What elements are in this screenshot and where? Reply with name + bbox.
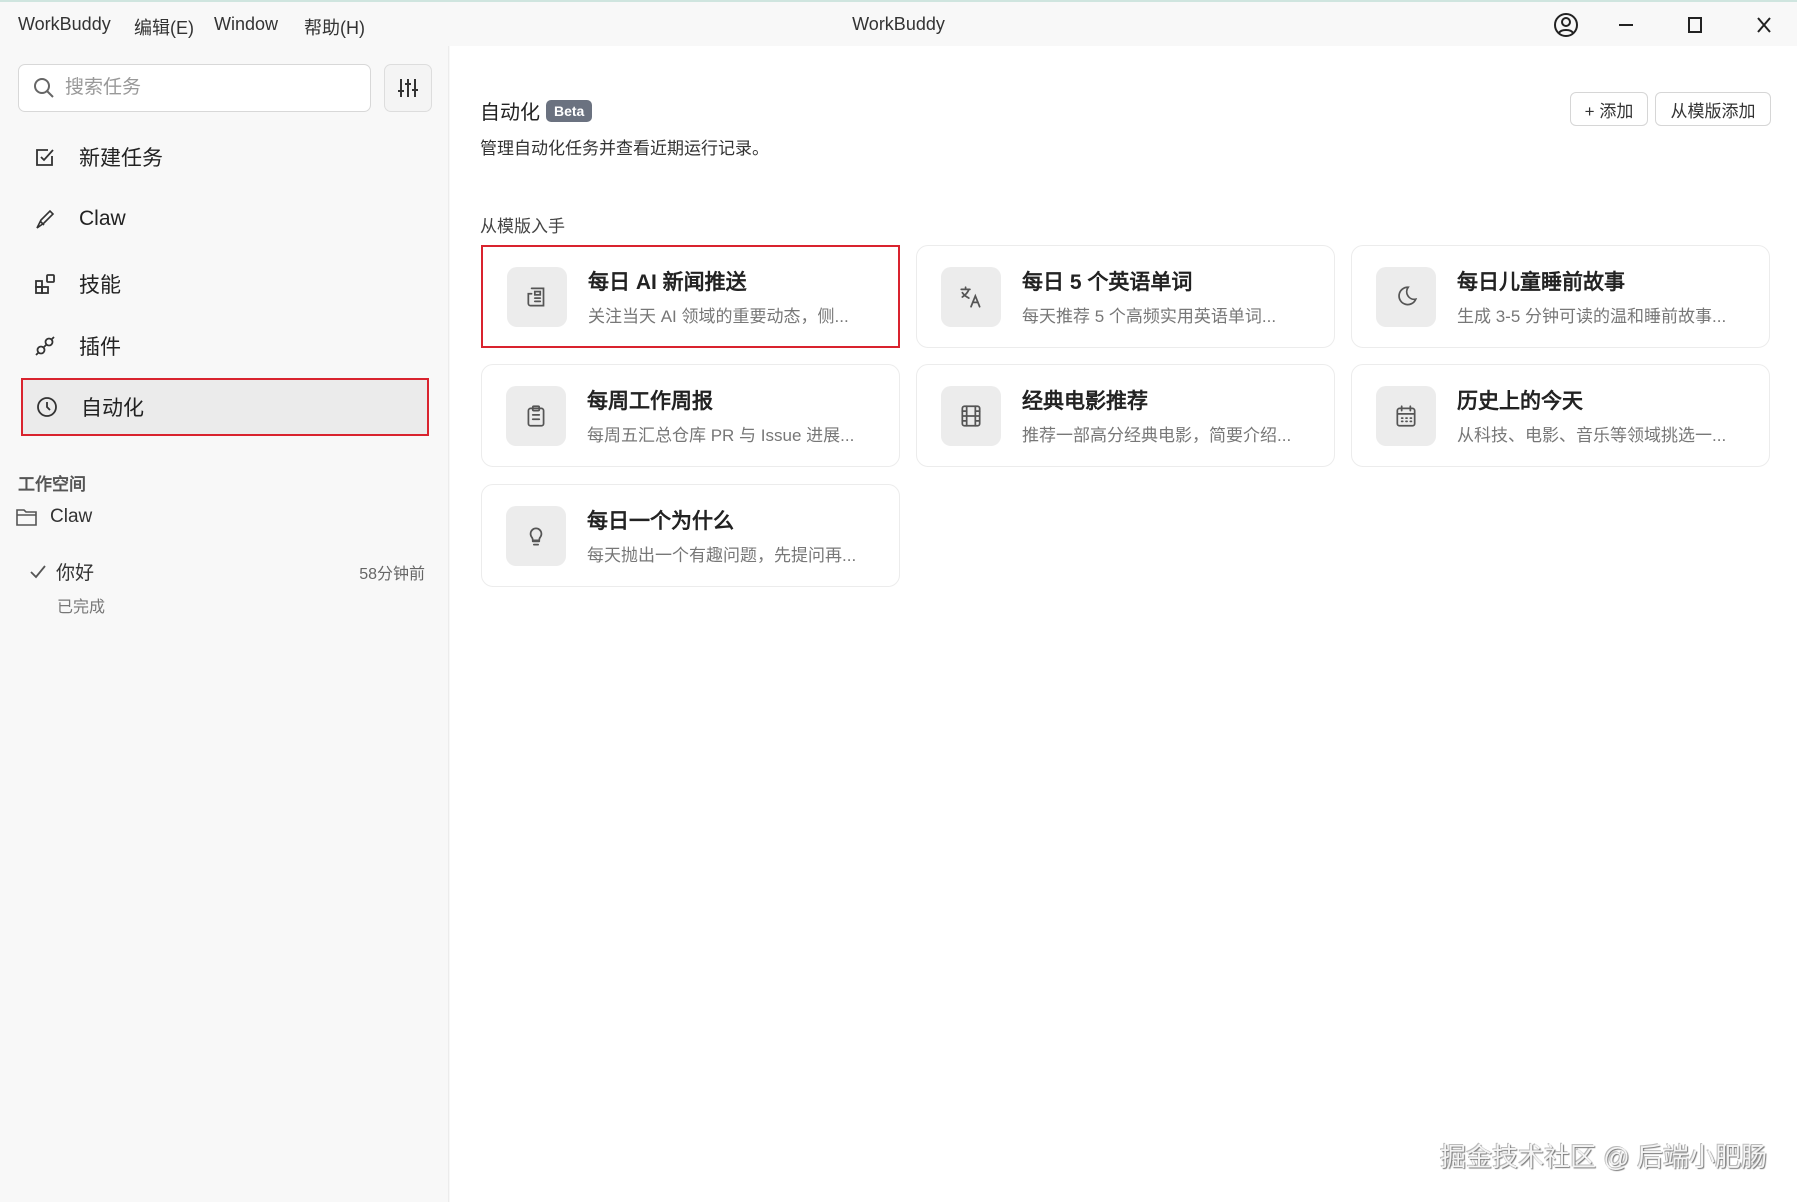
search-input[interactable]	[65, 77, 345, 99]
template-desc: 每周五汇总仓库 PR 与 Issue 进展...	[587, 426, 855, 445]
workspace-heading: 工作空间	[18, 475, 86, 494]
page-subtitle: 管理自动化任务并查看近期运行记录。	[480, 139, 769, 158]
sidebar: 新建任务 Claw 技能 插件 自动化 工作空间 Claw 你好 58分钟前 已…	[0, 46, 449, 1202]
minimize-button[interactable]	[1606, 10, 1646, 40]
account-button[interactable]	[1546, 10, 1586, 40]
sliders-icon	[397, 77, 419, 99]
moon-icon	[1376, 266, 1436, 327]
sidebar-item-skills[interactable]: 技能	[21, 255, 429, 313]
sidebar-item-label: 插件	[79, 336, 121, 359]
watermark: 掘金技术社区 @ 后端小肥肠	[1440, 1142, 1767, 1172]
template-title: 历史上的今天	[1457, 390, 1583, 413]
template-desc: 每天抛出一个有趣问题，先提问再...	[587, 546, 857, 565]
template-card[interactable]: 每日 AI 新闻推送关注当天 AI 领域的重要动态，侧...	[481, 245, 900, 348]
template-desc: 生成 3-5 分钟可读的温和睡前故事...	[1457, 307, 1727, 326]
template-title: 每日 AI 新闻推送	[588, 271, 747, 294]
sidebar-item-label: 新建任务	[79, 147, 163, 170]
template-card[interactable]: 每周工作周报每周五汇总仓库 PR 与 Issue 进展...	[481, 364, 900, 467]
skills-grid-icon	[33, 272, 57, 296]
close-button[interactable]	[1744, 10, 1784, 40]
maximize-button[interactable]	[1675, 10, 1715, 40]
menu-help[interactable]: 帮助(H)	[304, 14, 365, 40]
minimize-icon	[1618, 17, 1634, 33]
sidebar-item-plugins[interactable]: 插件	[21, 317, 429, 375]
clipboard-icon	[506, 385, 566, 446]
filter-button[interactable]	[384, 64, 432, 112]
add-from-template-button[interactable]: 从模版添加	[1655, 92, 1771, 126]
beta-badge: Beta	[546, 99, 593, 122]
sidebar-item-label: Claw	[79, 207, 126, 230]
folder-icon	[16, 507, 38, 527]
menu-workbuddy[interactable]: WorkBuddy	[18, 14, 111, 35]
film-icon	[941, 385, 1001, 446]
task-item[interactable]: 你好 58分钟前 已完成	[30, 558, 425, 617]
workspace-folder[interactable]: Claw	[16, 506, 92, 528]
task-status: 已完成	[57, 599, 106, 616]
add-button[interactable]: + 添加	[1570, 92, 1648, 126]
clock-icon	[35, 395, 59, 419]
template-desc: 每天推荐 5 个高频实用英语单词...	[1022, 307, 1277, 326]
sidebar-item-label: 技能	[79, 274, 121, 297]
template-desc: 推荐一部高分经典电影，简要介绍...	[1022, 426, 1292, 445]
maximize-icon	[1687, 17, 1703, 33]
template-title: 每日 5 个英语单词	[1022, 271, 1193, 294]
workspace-folder-label: Claw	[50, 506, 93, 527]
page-title: 自动化 Beta	[480, 96, 593, 125]
menu-edit[interactable]: 编辑(E)	[134, 14, 194, 40]
close-icon	[1756, 17, 1772, 33]
lightbulb-icon	[506, 505, 566, 566]
title-bar: WorkBuddy 编辑(E) Window 帮助(H) WorkBuddy	[0, 0, 1797, 46]
template-card[interactable]: 每日儿童睡前故事生成 3-5 分钟可读的温和睡前故事...	[1351, 245, 1770, 348]
template-card[interactable]: 每日 5 个英语单词每天推荐 5 个高频实用英语单词...	[916, 245, 1335, 348]
sidebar-item-claw[interactable]: Claw	[21, 190, 429, 248]
template-desc: 从科技、电影、音乐等领域挑选一...	[1457, 426, 1727, 445]
page-title-text: 自动化	[480, 102, 540, 124]
menu-window[interactable]: Window	[214, 14, 278, 35]
plug-icon	[33, 334, 57, 358]
sidebar-item-automation[interactable]: 自动化	[21, 378, 429, 436]
checkbox-edit-icon	[33, 145, 57, 169]
task-time: 58分钟前	[359, 565, 425, 583]
user-circle-icon	[1553, 12, 1579, 38]
template-title: 每日儿童睡前故事	[1457, 271, 1625, 294]
template-card[interactable]: 每日一个为什么每天抛出一个有趣问题，先提问再...	[481, 484, 900, 587]
template-title: 每周工作周报	[587, 390, 713, 413]
newspaper-icon	[507, 266, 567, 327]
claw-icon	[33, 207, 57, 231]
template-card[interactable]: 经典电影推荐推荐一部高分经典电影，简要介绍...	[916, 364, 1335, 467]
template-title: 每日一个为什么	[587, 510, 734, 533]
template-title: 经典电影推荐	[1022, 390, 1148, 413]
search-box[interactable]	[18, 64, 371, 112]
main-panel: 自动化 Beta 管理自动化任务并查看近期运行记录。 + 添加 从模版添加 从模版…	[450, 46, 1797, 1202]
search-icon	[33, 77, 55, 99]
section-title: 从模版入手	[480, 217, 565, 236]
task-title: 你好	[56, 563, 95, 584]
template-desc: 关注当天 AI 领域的重要动态，侧...	[588, 307, 849, 326]
template-card[interactable]: 历史上的今天从科技、电影、音乐等领域挑选一...	[1351, 364, 1770, 467]
calendar-icon	[1376, 385, 1436, 446]
sidebar-item-new-task[interactable]: 新建任务	[21, 128, 429, 186]
translate-icon	[941, 266, 1001, 327]
sidebar-item-label: 自动化	[81, 397, 144, 420]
check-icon	[30, 564, 46, 579]
